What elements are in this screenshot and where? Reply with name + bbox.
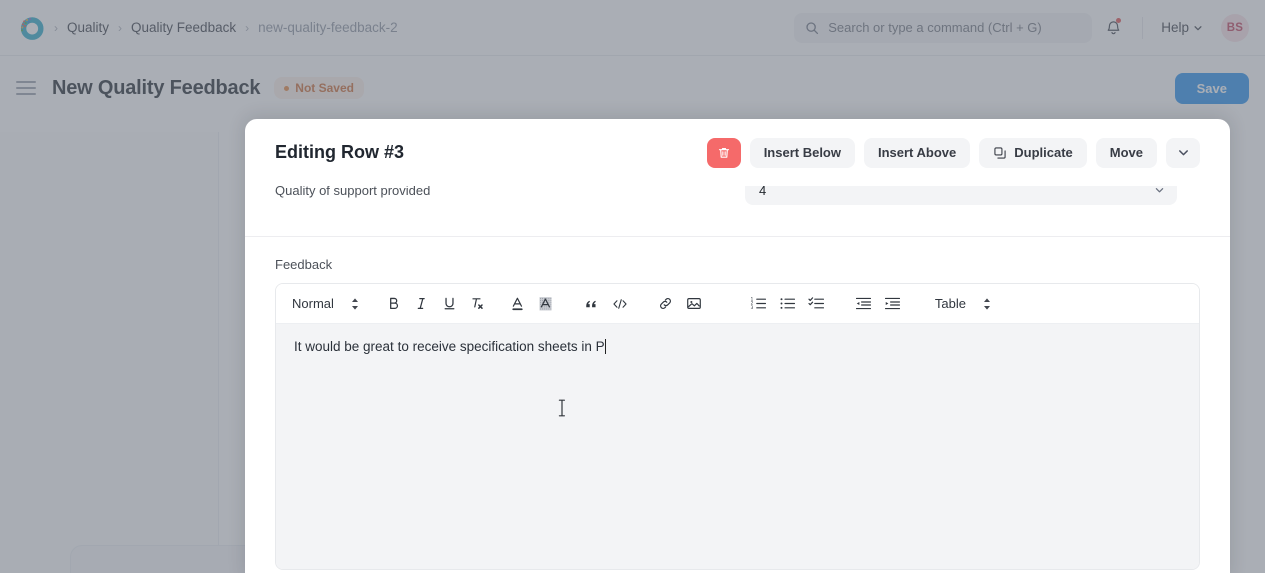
dialog-action-buttons: Insert Below Insert Above Duplicate Move bbox=[706, 137, 1200, 168]
dialog-body: Quality of support provided Feedback bbox=[245, 186, 1230, 573]
ordered-list-icon[interactable]: 1 2 3 bbox=[744, 290, 773, 318]
editor-paragraph: It would be great to receive specificati… bbox=[294, 339, 605, 354]
bullet-list-icon[interactable] bbox=[773, 290, 802, 318]
checklist-icon[interactable] bbox=[802, 290, 831, 318]
table-label: Table bbox=[934, 296, 966, 311]
quality-rating-select-wrap bbox=[745, 186, 1177, 205]
italic-icon[interactable] bbox=[408, 290, 436, 318]
highlight-icon[interactable] bbox=[532, 290, 560, 318]
clear-format-icon[interactable] bbox=[464, 290, 492, 318]
mouse-text-cursor-icon bbox=[557, 398, 567, 418]
svg-text:3: 3 bbox=[751, 305, 754, 310]
dialog-header: Editing Row #3 Insert Below Insert Above bbox=[245, 119, 1230, 186]
code-icon[interactable] bbox=[606, 290, 634, 318]
table-select[interactable]: Table bbox=[925, 290, 1000, 318]
text-color-icon[interactable] bbox=[504, 290, 532, 318]
bold-icon[interactable] bbox=[380, 290, 408, 318]
link-icon[interactable] bbox=[652, 290, 680, 318]
field-row-quality-of-support: Quality of support provided bbox=[245, 186, 1230, 210]
duplicate-label: Duplicate bbox=[1014, 145, 1073, 160]
feedback-label: Feedback bbox=[275, 257, 333, 272]
updown-chevron-icon bbox=[982, 297, 992, 311]
duplicate-button[interactable]: Duplicate bbox=[979, 137, 1087, 168]
rich-text-editor: Normal 1 2 3 Table It would be great to … bbox=[275, 283, 1200, 570]
blockquote-icon[interactable] bbox=[578, 290, 606, 318]
field-label: Quality of support provided bbox=[275, 186, 431, 198]
delete-row-button[interactable] bbox=[706, 137, 741, 168]
expand-dialog-button[interactable] bbox=[1166, 137, 1200, 168]
move-button[interactable]: Move bbox=[1095, 137, 1157, 168]
text-style-label: Normal bbox=[292, 296, 334, 311]
text-style-select[interactable]: Normal bbox=[282, 290, 368, 318]
editor-toolbar: Normal 1 2 3 Table bbox=[276, 284, 1199, 324]
edit-row-dialog: Editing Row #3 Insert Below Insert Above bbox=[245, 119, 1230, 573]
updown-chevron-icon bbox=[350, 297, 360, 311]
text-caret bbox=[604, 339, 606, 354]
feedback-section: Feedback Normal 1 2 3 Table It would be … bbox=[245, 237, 1230, 570]
insert-below-button[interactable]: Insert Below bbox=[749, 137, 855, 168]
copy-icon bbox=[993, 146, 1007, 160]
quality-rating-select[interactable] bbox=[745, 186, 1177, 205]
underline-icon[interactable] bbox=[436, 290, 464, 318]
chevron-down-icon bbox=[1177, 146, 1190, 159]
trash-icon bbox=[717, 146, 731, 160]
insert-above-button[interactable]: Insert Above bbox=[863, 137, 971, 168]
outdent-icon[interactable] bbox=[849, 290, 878, 318]
editor-content-area[interactable]: It would be great to receive specificati… bbox=[276, 324, 1199, 569]
image-icon[interactable] bbox=[680, 290, 708, 318]
indent-icon[interactable] bbox=[878, 290, 907, 318]
app-root: › Quality › Quality Feedback › new-quali… bbox=[0, 0, 1265, 573]
dialog-title: Editing Row #3 bbox=[275, 142, 405, 162]
